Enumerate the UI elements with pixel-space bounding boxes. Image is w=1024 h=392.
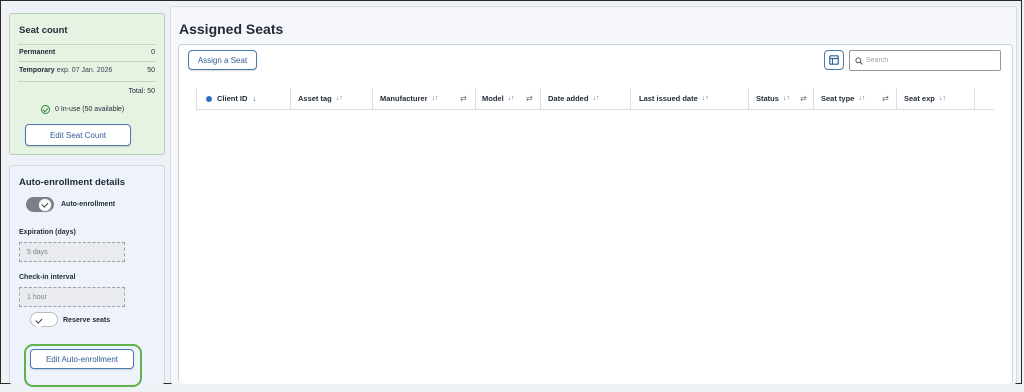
checkin-label: Check-in interval [19, 274, 76, 281]
column-last-issued-date[interactable]: Last issued date ↓↑ [639, 88, 709, 109]
column-label: Seat exp [904, 94, 935, 103]
column-label: Client ID [217, 94, 248, 103]
column-label: Seat type [821, 94, 855, 103]
seat-count-title: Seat count [19, 25, 68, 36]
temporary-value: 50 [147, 67, 155, 74]
column-label: Manufacturer [380, 94, 428, 103]
filter-icon[interactable]: ⇄ [882, 94, 889, 103]
sort-icon[interactable]: ↓↑ [702, 95, 709, 102]
divider [18, 81, 156, 82]
column-separator [540, 88, 541, 109]
sort-icon[interactable]: ↓↑ [432, 95, 439, 102]
sort-icon[interactable]: ↓↑ [336, 95, 343, 102]
check-circle-icon [41, 105, 50, 114]
column-separator [974, 88, 975, 109]
auto-enrollment-toggle[interactable] [26, 197, 54, 212]
inuse-status: 0 In-use (50 available) [41, 105, 124, 114]
column-separator [748, 88, 749, 109]
column-manufacturer[interactable]: Manufacturer ↓↑ [380, 88, 439, 109]
column-label: Model [482, 94, 504, 103]
table-layout-icon [829, 55, 839, 65]
temporary-expiry: exp. 07 Jan. 2026 [56, 67, 113, 74]
filter-icon[interactable]: ⇄ [800, 94, 807, 103]
column-label: Asset tag [298, 94, 332, 103]
column-separator [813, 88, 814, 109]
column-label: Last issued date [639, 94, 698, 103]
page-title: Assigned Seats [179, 21, 284, 37]
temporary-row-label: Temporary exp. 07 Jan. 2026 [19, 67, 112, 74]
checkin-field: 1 hour [19, 287, 125, 307]
search-icon [855, 56, 863, 65]
column-seat-exp[interactable]: Seat exp ↓↑ [904, 88, 946, 109]
inuse-text: 0 In-use (50 available) [55, 106, 125, 113]
column-separator [196, 88, 197, 109]
column-separator [630, 88, 631, 109]
column-label: Status [756, 94, 779, 103]
check-icon [33, 314, 45, 327]
sort-icon[interactable]: ↓↑ [858, 95, 865, 102]
column-asset-tag[interactable]: Asset tag ↓↑ [298, 88, 343, 109]
filter-icon[interactable]: ⇄ [460, 94, 467, 103]
check-icon [39, 198, 51, 211]
reserve-seats-toggle[interactable] [30, 312, 58, 327]
search-input[interactable] [866, 57, 991, 64]
divider [18, 61, 156, 62]
column-status[interactable]: Status ↓↑ [756, 88, 790, 109]
edit-seat-count-button[interactable]: Edit Seat Count [25, 124, 131, 146]
highlight-outline [24, 344, 142, 387]
auto-enrollment-title: Auto-enrollment details [19, 177, 126, 188]
column-settings-button[interactable] [824, 50, 844, 70]
temporary-label: Temporary [19, 67, 55, 74]
column-separator [372, 88, 373, 109]
column-separator [896, 88, 897, 109]
expiration-field: 5 days [19, 242, 125, 262]
expiration-label: Expiration (days) [19, 229, 76, 236]
reserve-seats-label: Reserve seats [63, 317, 111, 324]
permanent-value: 0 [151, 49, 155, 56]
sort-icon[interactable]: ↓↑ [783, 95, 790, 102]
info-icon [206, 95, 212, 102]
column-seat-type[interactable]: Seat type ↓↑ [821, 88, 865, 109]
column-separator [290, 88, 291, 109]
column-model[interactable]: Model ↓↑ [482, 88, 515, 109]
sort-icon[interactable]: ↓↑ [508, 95, 515, 102]
filter-icon[interactable]: ⇄ [526, 94, 533, 103]
divider [18, 44, 156, 45]
total-seats: Total: 50 [128, 88, 155, 95]
permanent-label: Permanent [19, 49, 56, 56]
search-box[interactable] [849, 50, 1001, 71]
sort-desc-icon[interactable]: ↓ [252, 94, 256, 103]
table-header: Client ID ↓ Asset tag ↓↑ Manufacturer ↓↑… [196, 88, 994, 110]
column-client-id[interactable]: Client ID ↓ [206, 88, 256, 109]
auto-enrollment-toggle-label: Auto-enrollment [61, 201, 116, 208]
sort-icon[interactable]: ↓↑ [939, 95, 946, 102]
assign-seat-button[interactable]: Assign a Seat [188, 50, 257, 70]
column-date-added[interactable]: Date added ↓↑ [548, 88, 599, 109]
sort-icon[interactable]: ↓↑ [592, 95, 599, 102]
column-label: Date added [548, 94, 589, 103]
column-separator [475, 88, 476, 109]
